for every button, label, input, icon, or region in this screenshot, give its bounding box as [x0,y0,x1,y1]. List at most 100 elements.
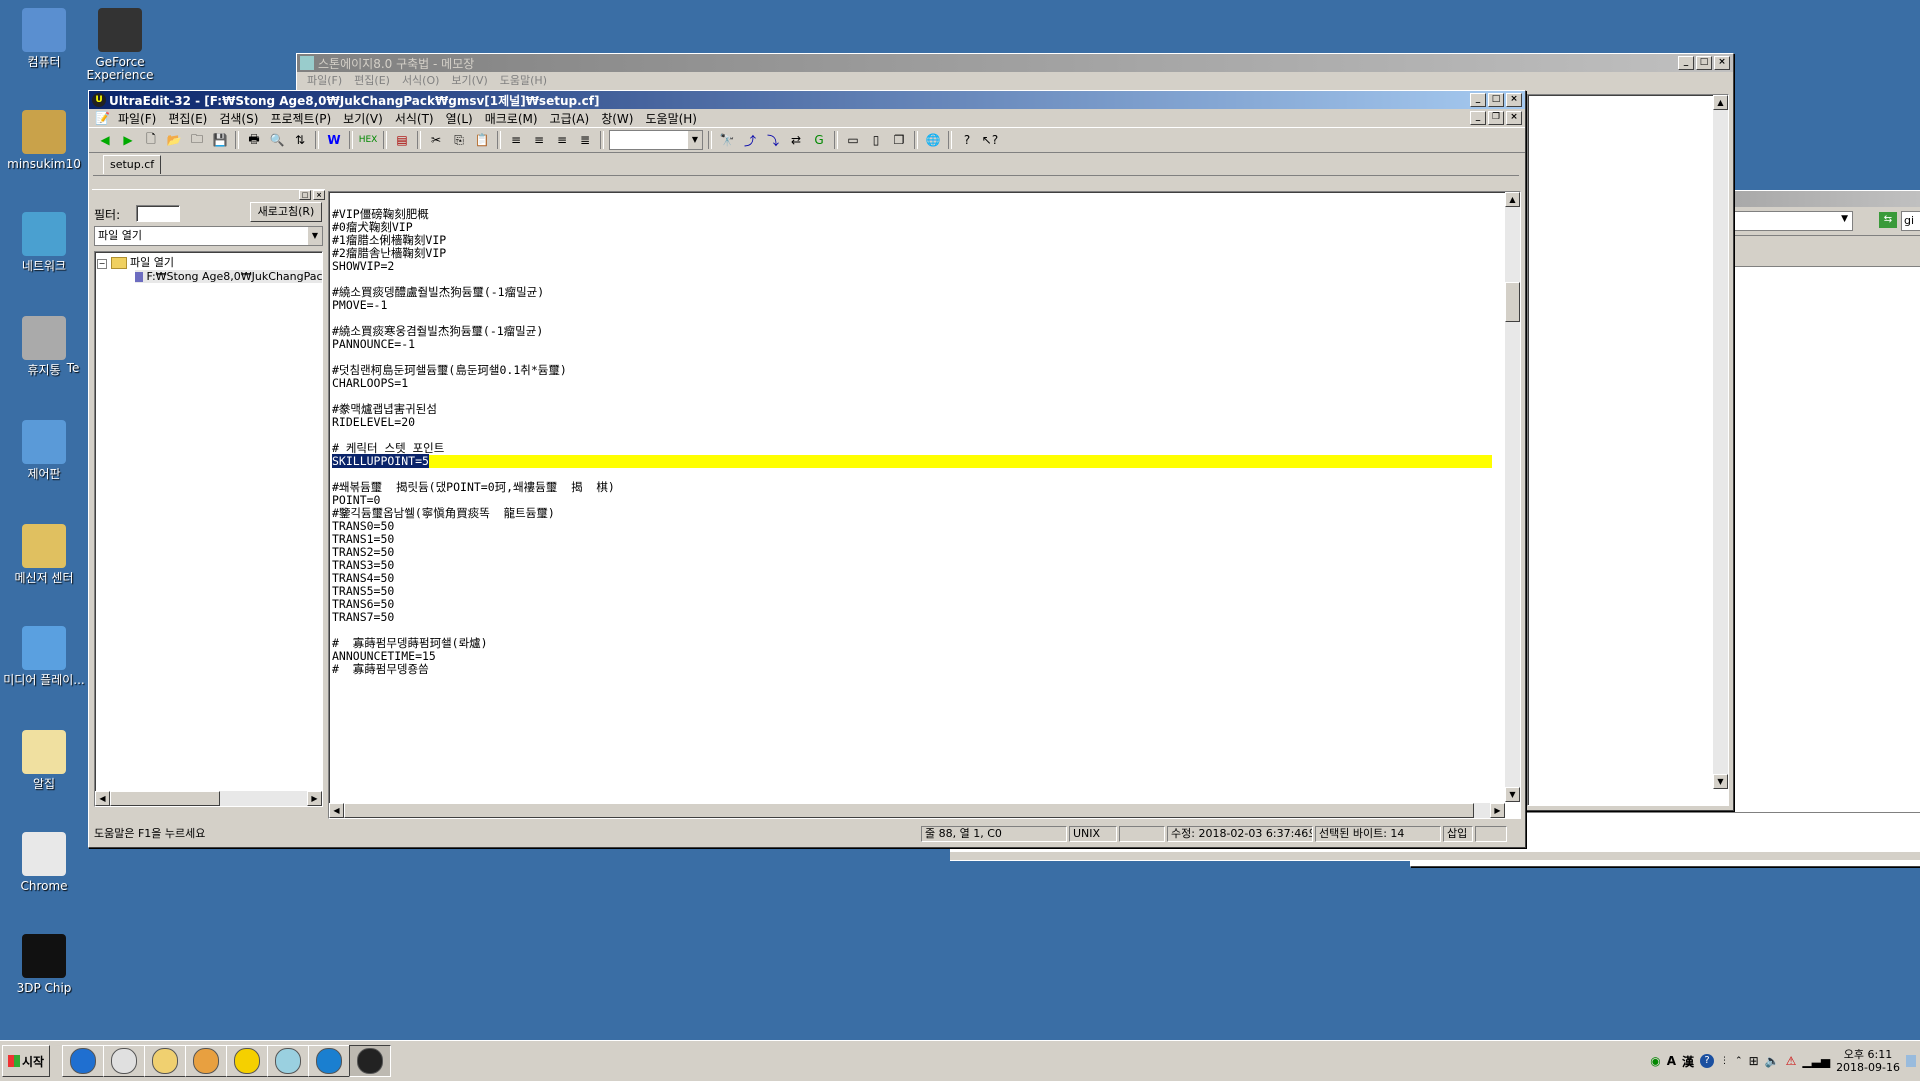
editor-vertical-scrollbar[interactable]: ▲ ▼ [1505,192,1520,802]
taskbar-app-button[interactable] [267,1045,309,1077]
options-icon[interactable]: ⋮ [1720,1056,1729,1066]
scroll-right-arrow-icon[interactable]: ▶ [1490,803,1505,818]
split-vertical-icon[interactable]: ▯ [866,131,886,149]
desktop-icon-computer[interactable]: 컴퓨터 [2,8,86,69]
notepad-menu-item[interactable]: 보기(V) [445,72,493,88]
scroll-down-arrow-icon[interactable]: ▼ [1505,787,1520,802]
word-wrap-icon[interactable]: W [324,131,344,149]
explorer-horizontal-scrollbar[interactable]: ◀ ▶ [95,791,322,806]
taskbar-app-button[interactable] [185,1045,227,1077]
menu-item[interactable]: 도움말(H) [639,110,703,127]
editor-line[interactable]: # 寡蒔펌무뎅죵씀 [332,663,1492,676]
find-next-icon[interactable]: ⤴ [740,131,760,149]
ultraedit-titlebar[interactable]: U UltraEdit-32 - [F:₩Stong Age8,0₩JukCha… [89,91,1525,109]
go-icon[interactable]: ⇆ [1879,212,1897,228]
menu-item[interactable]: 열(L) [440,110,479,127]
maximize-button[interactable]: □ [1696,56,1712,70]
find-prev-icon[interactable]: ⤵ [763,131,783,149]
desktop-icon-network[interactable]: 네트워크 [2,212,86,273]
clock[interactable]: 오후 6:11 2018-09-16 [1836,1048,1900,1074]
save-icon[interactable]: 💾 [210,131,230,149]
refresh-button[interactable]: 새로고침(R) [250,202,322,222]
notepad-titlebar[interactable]: 스톤에이지8.0 구축법 - 메모장 _ □ × [297,54,1733,72]
selected-text[interactable]: SKILLUPPOINT=5 [332,454,429,468]
tree-root-item[interactable]: − 파일 열기 [97,254,174,270]
desktop-icon-messenger[interactable]: 메신저 센터 [2,524,86,585]
cut-icon[interactable]: ✂ [426,131,446,149]
scroll-up-arrow-icon[interactable]: ▲ [1505,192,1520,207]
doc-close-button[interactable]: × [1506,111,1522,125]
tree-file-item[interactable]: F:₩Stong Age8,0₩JukChangPack [135,270,322,283]
menu-item[interactable]: 프로젝트(P) [264,110,337,127]
menu-item[interactable]: 보기(V) [337,110,389,127]
editor-line[interactable]: #鑒긱듐璽옵남쒤(寧愼角買痰똑 龍트듐璽) [332,507,1492,520]
justify-icon[interactable]: ≣ [575,131,595,149]
editor-line[interactable]: #VIP僵磅鞠刻肥概 [332,208,1492,221]
align-center-icon[interactable]: ≡ [529,131,549,149]
print-icon[interactable]: 🖶 [244,131,264,149]
column-mode-icon[interactable]: ▤ [392,131,412,149]
explorer-restore-button[interactable]: □ [299,190,311,200]
ime-han[interactable]: 漢 [1682,1053,1694,1070]
network-tray-icon[interactable]: ⊞ [1749,1054,1759,1068]
desktop-icon-3dp-chip[interactable]: 3DP Chip [2,934,86,995]
editor-horizontal-scrollbar[interactable]: ◀ ▶ [329,803,1505,818]
notepad-menu-item[interactable]: 편집(E) [348,72,396,88]
editor-line[interactable]: CHARLOOPS=1 [332,377,1492,390]
notepad-menu-item[interactable]: 도움말(H) [494,72,553,88]
editor-line[interactable]: SKILLUPPOINT=5 [332,454,1492,468]
editor-pane[interactable]: #VIP僵磅鞠刻肥概 #0瘤犬鞠刻VIP #1瘤腊소俐檣鞠刻VIP #2瘤腊舎난檣鞠刻… [328,191,1521,819]
taskbar-app-button[interactable] [144,1045,186,1077]
split-horizontal-icon[interactable]: ▭ [843,131,863,149]
scroll-right-arrow-icon[interactable]: ▶ [307,791,322,806]
editor-line[interactable]: SHOWVIP=2 [332,260,1492,273]
font-dropdown[interactable]: ▼ [609,130,703,150]
copy-icon[interactable]: ⎘ [449,131,469,149]
editor-line[interactable]: #덧침랜柯島둔珂쇌듐璽(島둔珂쇌0.1취*듐璽) [332,364,1492,377]
hex-mode-icon[interactable]: HEX [358,131,378,149]
editor-text[interactable]: #VIP僵磅鞠刻肥概 #0瘤犬鞠刻VIP #1瘤腊소俐檣鞠刻VIP #2瘤腊舎난檣鞠刻… [332,195,1492,676]
taskbar-app-button[interactable] [349,1045,391,1077]
editor-line[interactable]: ANNOUNCETIME=15 [332,650,1492,663]
editor-line[interactable]: TRANS1=50 [332,533,1492,546]
scroll-left-arrow-icon[interactable]: ◀ [329,803,344,818]
context-help-icon[interactable]: ↖? [980,131,1000,149]
back-arrow-icon[interactable]: ◀ [95,131,115,149]
help-icon[interactable]: ? [1700,1054,1715,1068]
notepad-menu-item[interactable]: 서식(O) [396,72,445,88]
desktop-icon-media-player[interactable]: 미디어 플레이... [2,626,86,687]
notepad-vertical-scrollbar[interactable]: ▲ ▼ [1713,95,1728,789]
taskbar-app-button[interactable] [103,1045,145,1077]
file-tree[interactable]: − 파일 열기 F:₩Stong Age8,0₩JukChangPack ◀ ▶ [94,251,323,807]
ultraedit-window[interactable]: U UltraEdit-32 - [F:₩Stong Age8,0₩JukCha… [88,90,1526,848]
close-button[interactable]: × [1714,56,1730,70]
editor-line[interactable]: #豢맥爐괩녑害귀된섬 [332,403,1492,416]
language-bar-icon[interactable]: ◉ [1650,1054,1660,1068]
editor-line[interactable]: # 寡蒔펌무뎅蒔펌珂쇌(롸爐) [332,637,1492,650]
show-desktop-icon[interactable] [1906,1055,1916,1067]
find-in-files-icon[interactable]: G [809,131,829,149]
scroll-up-arrow-icon[interactable]: ▲ [1713,95,1728,110]
editor-line[interactable]: #2瘤腊舎난檣鞠刻VIP [332,247,1492,260]
open-folder-icon[interactable]: 📂 [164,131,184,149]
filter-input[interactable] [136,205,180,222]
editor-line[interactable]: TRANS5=50 [332,585,1492,598]
editor-line[interactable]: TRANS0=50 [332,520,1492,533]
close-button[interactable]: × [1506,93,1522,107]
paste-icon[interactable]: 📋 [472,131,492,149]
editor-line[interactable]: TRANS7=50 [332,611,1492,624]
doc-minimize-button[interactable]: _ [1470,111,1486,125]
editor-line[interactable] [332,390,1492,403]
desktop-icon-geforce[interactable]: GeForce Experience [78,8,162,82]
editor-line[interactable]: #쐐볶듐璽 揭릿듐(댔POINT=0珂,쐐褸듐璽 揭 棋) [332,481,1492,494]
editor-line[interactable]: PANNOUNCE=-1 [332,338,1492,351]
scroll-left-arrow-icon[interactable]: ◀ [95,791,110,806]
scroll-down-arrow-icon[interactable]: ▼ [1713,774,1728,789]
notepad-menu-item[interactable]: 파일(F) [301,72,348,88]
editor-line[interactable] [332,195,1492,208]
editor-line[interactable] [332,624,1492,637]
editor-line[interactable]: #繞소買痰寒웅겸줠빌杰狗듐璽(-1瘤밀균) [332,325,1492,338]
maximize-button[interactable]: □ [1488,93,1504,107]
scroll-thumb[interactable] [1505,282,1520,322]
file-tab[interactable]: setup.cf [103,155,162,174]
